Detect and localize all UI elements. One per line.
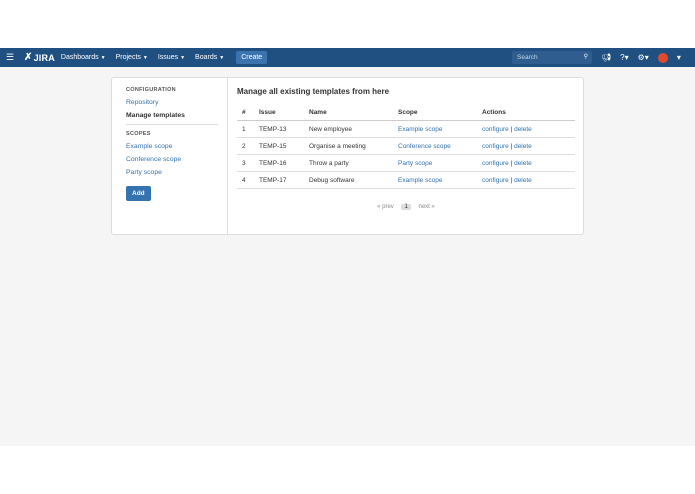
row-name: Debug software (304, 171, 393, 189)
row-issue: TEMP-15 (254, 137, 304, 155)
search-icon[interactable]: ⚲ (584, 51, 588, 64)
row-scope-link[interactable]: Example scope (393, 120, 477, 138)
row-name: Throw a party (304, 154, 393, 172)
delete-link[interactable]: delete (514, 160, 532, 167)
megaphone-icon[interactable]: 📢︎ (601, 53, 611, 62)
sidebar-item-party-scope[interactable]: Party scope (126, 169, 227, 176)
search-placeholder: Search (517, 54, 538, 61)
chevron-down-icon: ▼ (219, 55, 225, 61)
row-actions: configure | delete (477, 171, 575, 189)
row-name: New employee (304, 120, 393, 138)
row-actions: configure | delete (477, 120, 575, 138)
nav-issues[interactable]: Issues ▼ (158, 54, 185, 61)
column-header-actions: Actions (477, 106, 575, 121)
nav-dashboards-label: Dashboards (60, 54, 99, 61)
action-separator: | (510, 125, 513, 133)
logo-text: JIRA (33, 52, 55, 63)
page-title: Manage all existing templates from here (237, 87, 390, 96)
sidebar-item-conference-scope[interactable]: Conference scope (126, 156, 227, 163)
content-panel: CONFIGURATION Repository Manage template… (111, 77, 584, 235)
column-header-issue: Issue (254, 106, 304, 121)
row-issue: TEMP-16 (254, 154, 304, 172)
chevron-down-icon: ▼ (100, 55, 106, 61)
next-page-link[interactable]: next » (419, 204, 435, 210)
templates-table: # Issue Name Scope Actions 1 TEMP-13 New… (237, 106, 575, 189)
sidebar-divider (126, 124, 218, 125)
delete-link[interactable]: delete (514, 143, 532, 150)
configure-link[interactable]: configure (482, 143, 509, 150)
gear-icon[interactable]: ⚙▾ (638, 53, 649, 62)
row-actions: configure | delete (477, 154, 575, 172)
row-number: 1 (237, 120, 254, 138)
header-right-icons: 📢︎ ?▾ ⚙▾ ▾ (601, 48, 690, 67)
top-navigation-bar: ☰ ✗ JIRA Dashboards ▼ Projects ▼ Issues ▼ B… (0, 48, 695, 67)
column-header-scope: Scope (393, 106, 477, 121)
chevron-down-icon: ▼ (180, 55, 186, 61)
search-input[interactable]: Search ⚲ (512, 51, 592, 64)
sidebar-item-repository[interactable]: Repository (126, 99, 227, 106)
create-button[interactable]: Create (236, 51, 268, 64)
table-row: 3 TEMP-16 Throw a party Party scope conf… (237, 154, 575, 172)
action-separator: | (510, 142, 513, 150)
row-number: 4 (237, 171, 254, 189)
configure-link[interactable]: configure (482, 160, 509, 167)
table-row: 4 TEMP-17 Debug software Example scope c… (237, 171, 575, 189)
add-button[interactable]: Add (126, 186, 151, 201)
nav-boards-label: Boards (195, 54, 218, 61)
table-header-row: # Issue Name Scope Actions (237, 106, 575, 121)
nav-issues-label: Issues (157, 54, 179, 61)
nav-projects-label: Projects (115, 54, 141, 61)
configure-link[interactable]: configure (482, 126, 509, 133)
jira-logo-icon: ✗ (24, 52, 33, 63)
main-content: Manage all existing templates from here … (237, 87, 575, 210)
delete-link[interactable]: delete (514, 126, 532, 133)
row-scope-link[interactable]: Party scope (393, 154, 477, 172)
column-header-name: Name (304, 106, 393, 121)
row-issue: TEMP-17 (254, 171, 304, 189)
action-separator: | (510, 159, 513, 167)
avatar (657, 52, 668, 63)
row-number: 2 (237, 137, 254, 155)
sidebar-item-manage-templates[interactable]: Manage templates (126, 112, 227, 119)
menu-icon[interactable]: ☰ (2, 52, 18, 63)
row-number: 3 (237, 154, 254, 172)
scopes-heading: SCOPES (126, 131, 151, 137)
column-header-number: # (237, 106, 254, 121)
nav-boards[interactable]: Boards ▼ (195, 54, 224, 61)
current-page[interactable]: 1 (401, 204, 411, 210)
row-issue: TEMP-13 (254, 120, 304, 138)
row-scope-link[interactable]: Example scope (393, 171, 477, 189)
nav-projects[interactable]: Projects ▼ (116, 54, 148, 61)
row-scope-link[interactable]: Conference scope (393, 137, 477, 155)
jira-logo[interactable]: ✗ JIRA (24, 52, 55, 63)
user-menu[interactable]: ▾ (657, 52, 681, 63)
sidebar-item-example-scope[interactable]: Example scope (126, 143, 227, 150)
action-separator: | (510, 176, 513, 184)
configure-link[interactable]: configure (482, 177, 509, 184)
row-name: Organise a meeting (304, 137, 393, 155)
delete-link[interactable]: delete (514, 177, 532, 184)
table-row: 2 TEMP-15 Organise a meeting Conference … (237, 137, 575, 155)
table-row: 1 TEMP-13 New employee Example scope con… (237, 120, 575, 138)
nav-dashboards[interactable]: Dashboards ▼ (61, 54, 106, 61)
sidebar: CONFIGURATION Repository Manage template… (112, 78, 228, 234)
config-heading: CONFIGURATION (126, 87, 176, 93)
prev-page-link[interactable]: « prev (377, 204, 394, 210)
pagination: « prev 1 next » (237, 204, 575, 210)
help-icon[interactable]: ?▾ (620, 53, 628, 62)
row-actions: configure | delete (477, 137, 575, 155)
chevron-down-icon: ▼ (142, 55, 148, 61)
